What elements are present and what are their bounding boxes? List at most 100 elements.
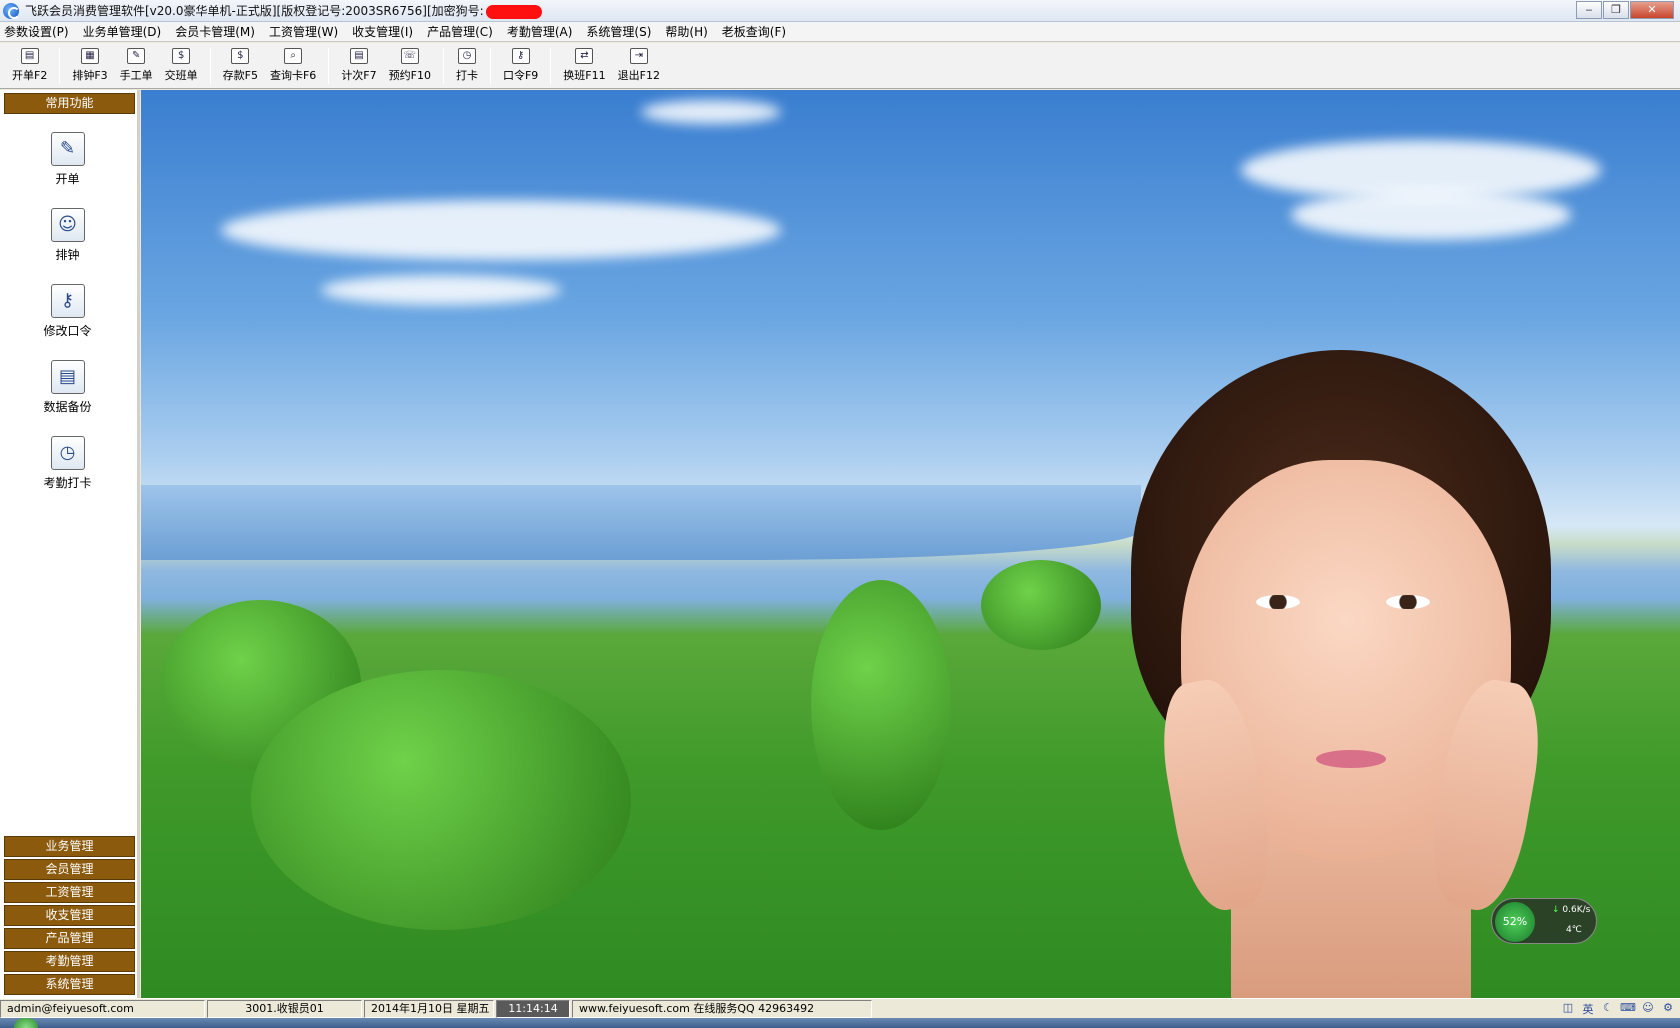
menu-item-help[interactable]: 帮助(H) — [665, 23, 707, 40]
handover-button[interactable]: $ 交班单 — [159, 45, 204, 87]
schedule-button[interactable]: ▦ 排钟F3 — [66, 45, 113, 87]
query-card-label: 查询卡F6 — [269, 69, 317, 82]
deposit-label: 存款F5 — [222, 69, 258, 82]
menu-bar: 参数设置(P) 业务单管理(D) 会员卡管理(M) 工资管理(W) 收支管理(I… — [0, 22, 1680, 42]
user-icon[interactable]: ☺ — [1640, 1001, 1656, 1015]
open-order-button[interactable]: ▤ 开单F2 — [6, 45, 53, 87]
reservation-label: 预约F10 — [388, 69, 431, 82]
sidebar-item-schedule[interactable]: ☺ 排钟 — [0, 208, 135, 263]
order-icon: ▤ — [20, 48, 39, 64]
temperature: 4℃ — [1566, 925, 1582, 935]
status-bar: admin@feiyuesoft.com 3001.收银员01 2014年1月1… — [0, 998, 1680, 1018]
start-button[interactable] — [14, 1018, 38, 1028]
menu-item-system[interactable]: 系统管理(S) — [586, 23, 651, 40]
menu-item-income[interactable]: 收支管理(I) — [352, 23, 413, 40]
running-person-icon: ⇄ — [575, 48, 594, 64]
toolbar-separator — [442, 47, 444, 84]
sidebar-section-business[interactable]: 业务管理 — [4, 836, 135, 857]
sidebar-item-attendance[interactable]: ◷ 考勤打卡 — [0, 436, 135, 491]
schedule-icon: ▦ — [80, 48, 99, 64]
key-icon: ⚷ — [511, 48, 530, 64]
exit-button[interactable]: ⇥ 退出F12 — [612, 45, 666, 87]
sidebar-section-member[interactable]: 会员管理 — [4, 859, 135, 880]
pencil-paper-icon: ✎ — [50, 132, 85, 166]
background-picture: 52% ↓ 0.6K/s 4℃ — [141, 90, 1680, 998]
handover-label: 交班单 — [164, 69, 198, 82]
menu-item-params[interactable]: 参数设置(P) — [4, 23, 69, 40]
menu-item-boss-query[interactable]: 老板查询(F) — [722, 23, 786, 40]
password-button[interactable]: ⚷ 口令F9 — [497, 45, 544, 87]
toolbar-separator — [59, 47, 61, 84]
tree — [251, 670, 631, 930]
reservation-button[interactable]: ☏ 预约F10 — [383, 45, 437, 87]
money-bag-icon: $ — [172, 48, 191, 64]
status-operator: 3001.收银员01 — [207, 999, 362, 1018]
money-bag-icon: $ — [231, 48, 250, 64]
menu-item-salary[interactable]: 工资管理(W) — [269, 23, 338, 40]
restore-button[interactable]: ❐ — [1603, 1, 1629, 19]
sidebar-item-change-password[interactable]: ⚷ 修改口令 — [0, 284, 135, 339]
portrait-eye — [1256, 595, 1300, 609]
exit-door-icon: ⇥ — [629, 48, 648, 64]
sidebar-section-attendance[interactable]: 考勤管理 — [4, 951, 135, 972]
password-label: 口令F9 — [502, 69, 539, 82]
manual-icon: ✎ — [127, 48, 146, 64]
clock-in-label: 打卡 — [455, 69, 478, 82]
sidebar-item-label: 考勤打卡 — [43, 476, 92, 490]
sidebar-section-system[interactable]: 系统管理 — [4, 974, 135, 995]
binoculars-icon: ⌕ — [284, 48, 303, 64]
menu-item-product[interactable]: 产品管理(C) — [427, 23, 493, 40]
keyboard-icon[interactable]: ⌨ — [1620, 1001, 1636, 1015]
cloud — [321, 275, 561, 305]
input-method-icon[interactable]: ◫ — [1560, 1001, 1576, 1015]
clock-in-button[interactable]: ◷ 打卡 — [450, 45, 484, 87]
portrait-eye — [1386, 595, 1430, 609]
settings-icon[interactable]: ⚙ — [1660, 1001, 1676, 1015]
menu-item-member-card[interactable]: 会员卡管理(M) — [175, 23, 255, 40]
net-speed: ↓ 0.6K/s — [1552, 905, 1590, 915]
taskbar — [0, 1018, 1680, 1028]
exit-label: 退出F12 — [617, 69, 660, 82]
sidebar-section-income[interactable]: 收支管理 — [4, 905, 135, 926]
query-card-button[interactable]: ⌕ 查询卡F6 — [264, 45, 322, 87]
sidebar-header-common[interactable]: 常用功能 — [4, 93, 135, 114]
status-website: www.feiyuesoft.com 在线服务QQ 42963492 — [572, 999, 872, 1018]
toolbar-separator — [209, 47, 211, 84]
minimize-button[interactable]: ‒ — [1576, 1, 1602, 19]
close-button[interactable]: ✕ — [1630, 1, 1674, 19]
sidebar-section-salary[interactable]: 工资管理 — [4, 882, 135, 903]
sidebar-item-data-backup[interactable]: ▤ 数据备份 — [0, 360, 135, 415]
clock-icon: ◷ — [50, 436, 85, 470]
schedule-label: 排钟F3 — [72, 69, 108, 82]
count-button[interactable]: ▤ 计次F7 — [335, 45, 382, 87]
title-bar: 飞跃会员消费管理软件[v20.0豪华单机-正式版][版权登记号:2003SR67… — [0, 0, 1680, 22]
tree — [811, 580, 951, 830]
shift-change-button[interactable]: ⇄ 换班F11 — [557, 45, 611, 87]
cloud — [1291, 190, 1571, 240]
clock-icon: ◷ — [457, 48, 476, 64]
menu-item-business[interactable]: 业务单管理(D) — [83, 23, 162, 40]
status-time: 11:14:14 — [496, 999, 570, 1018]
phone-icon: ☏ — [400, 48, 419, 64]
sidebar-section-product[interactable]: 产品管理 — [4, 928, 135, 949]
deposit-button[interactable]: $ 存款F5 — [217, 45, 264, 87]
system-monitor-widget[interactable]: 52% ↓ 0.6K/s 4℃ — [1491, 898, 1597, 944]
cloud — [641, 100, 781, 124]
manual-order-button[interactable]: ✎ 手工单 — [114, 45, 159, 87]
menu-item-attendance[interactable]: 考勤管理(A) — [507, 23, 573, 40]
sidebar: 常用功能 ✎ 开单 ☺ 排钟 ⚷ 修改口令 ▤ 数据备份 ◷ 考勤打卡 业务管理… — [0, 90, 140, 998]
sidebar-item-label: 排钟 — [55, 248, 80, 262]
person-icon: ☺ — [50, 208, 85, 242]
sidebar-item-open-order[interactable]: ✎ 开单 — [0, 132, 135, 187]
backup-icon: ▤ — [50, 360, 85, 394]
sidebar-item-label: 开单 — [55, 172, 80, 186]
moon-icon[interactable]: ☾ — [1600, 1001, 1616, 1015]
users-key-icon: ⚷ — [50, 284, 85, 318]
language-icon[interactable]: 英 — [1580, 1001, 1596, 1016]
system-tray: ◫ 英 ☾ ⌨ ☺ ⚙ — [1556, 998, 1676, 1018]
toolbar-separator — [328, 47, 330, 84]
sidebar-item-label: 数据备份 — [43, 400, 92, 414]
net-speed-value: 0.6K/s — [1562, 905, 1591, 915]
open-order-label: 开单F2 — [12, 69, 48, 82]
app-logo-icon — [3, 2, 20, 19]
